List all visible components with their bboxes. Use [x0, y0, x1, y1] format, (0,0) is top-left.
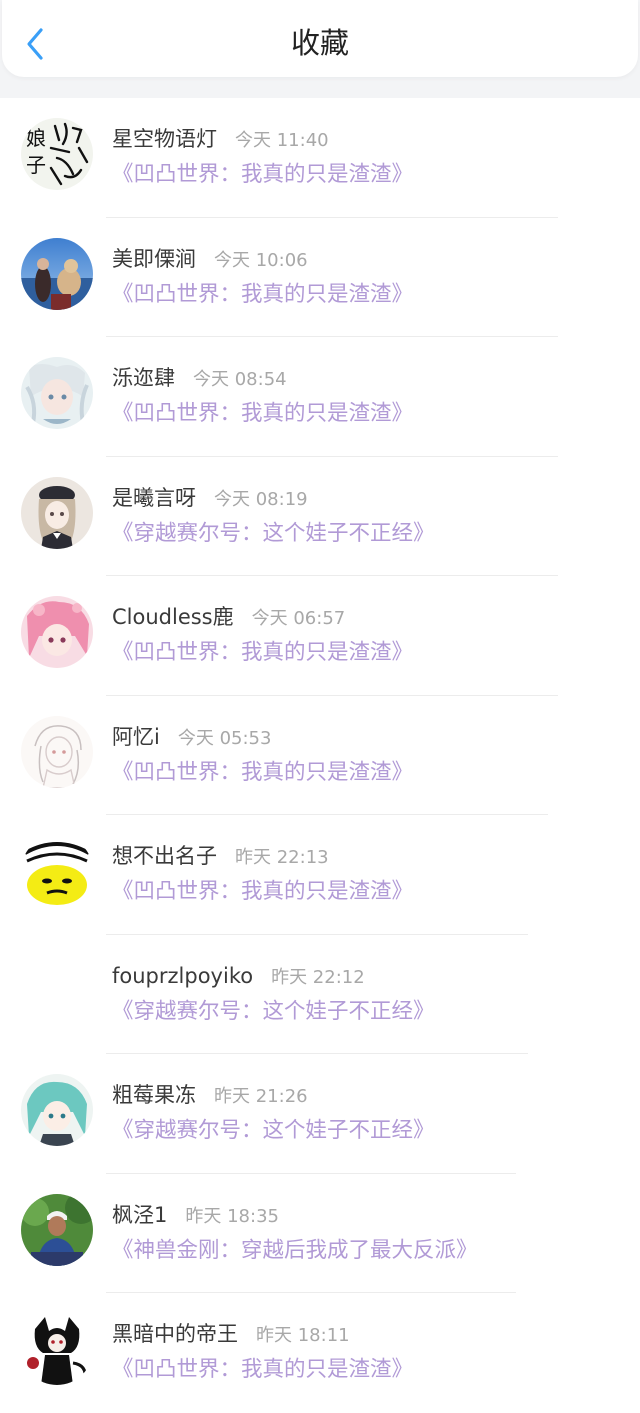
book-title-link[interactable]: 《凹凸世界：我真的只是渣渣》 [112, 877, 413, 907]
book-title-link[interactable]: 《穿越赛尔号：这个娃子不正经》 [112, 519, 435, 549]
avatar [21, 1313, 93, 1385]
avatar [21, 596, 93, 668]
book-title-link[interactable]: 《凹凸世界：我真的只是渣渣》 [112, 280, 413, 310]
timestamp: 昨天 18:35 [185, 1205, 279, 1227]
list-item[interactable]: 娘 子 星空物语灯 今天 11:40 《凹凸世界：我真的只是渣渣》 [0, 98, 640, 218]
timestamp: 今天 08:19 [214, 488, 308, 510]
list-item[interactable]: 是曦言呀 今天 08:19 《穿越赛尔号：这个娃子不正经》 [0, 457, 640, 576]
user-name: Cloudless鹿 [112, 605, 234, 629]
list-item[interactable]: 枫泾1 昨天 18:35 《神兽金刚：穿越后我成了最大反派》 [0, 1174, 640, 1293]
timestamp: 昨天 22:13 [235, 847, 329, 868]
user-name: 星空物语灯 [112, 127, 217, 151]
timestamp: 昨天 21:26 [214, 1086, 308, 1107]
list-item[interactable]: Cloudless鹿 今天 06:57 《凹凸世界：我真的只是渣渣》 [0, 576, 640, 696]
timestamp: 昨天 18:11 [256, 1325, 350, 1346]
book-title-link[interactable]: 《凹凸世界：我真的只是渣渣》 [112, 1355, 413, 1385]
user-name: 美即傈涧 [112, 246, 196, 271]
user-name: 粗莓果冻 [112, 1083, 196, 1107]
avatar [21, 1074, 93, 1146]
user-name: 泺迩肆 [112, 366, 175, 390]
book-title-link[interactable]: 《凹凸世界：我真的只是渣渣》 [112, 638, 413, 668]
user-name: 想不出名子 [112, 844, 217, 868]
avatar [21, 357, 93, 429]
user-name: 枫泾1 [112, 1202, 168, 1227]
book-title-link[interactable]: 《凹凸世界：我真的只是渣渣》 [112, 160, 413, 190]
user-name: 是曦言呀 [112, 485, 196, 510]
timestamp: 今天 10:06 [214, 249, 308, 271]
timestamp: 昨天 22:12 [271, 966, 365, 988]
page-title: 收藏 [290, 26, 349, 60]
list-item[interactable]: 粗莓果冻 昨天 21:26 《穿越赛尔号：这个娃子不正经》 [0, 1054, 640, 1174]
list-item[interactable]: 想不出名子 昨天 22:13 《凹凸世界：我真的只是渣渣》 [0, 815, 640, 935]
user-name: fouprzlpoyiko [112, 963, 254, 988]
avatar: 娘 子 [21, 118, 93, 190]
list-item[interactable]: 美即傈涧 今天 10:06 《凹凸世界：我真的只是渣渣》 [0, 218, 640, 337]
user-name: 阿忆i [112, 724, 160, 749]
timestamp: 今天 06:57 [251, 608, 346, 629]
timestamp: 今天 05:53 [177, 727, 272, 749]
svg-text:子: 子 [26, 153, 46, 177]
avatar [21, 835, 93, 907]
book-title-link[interactable]: 《凹凸世界：我真的只是渣渣》 [112, 758, 413, 788]
timestamp: 今天 11:40 [235, 130, 329, 151]
list-item[interactable]: 泺迩肆 今天 08:54 《凹凸世界：我真的只是渣渣》 [0, 337, 640, 457]
book-title-link[interactable]: 《凹凸世界：我真的只是渣渣》 [112, 399, 413, 429]
timestamp: 今天 08:54 [193, 369, 287, 390]
avatar [21, 715, 93, 788]
svg-text:娘: 娘 [26, 126, 46, 150]
list-item[interactable]: fouprzlpoyiko 昨天 22:12 《穿越赛尔号：这个娃子不正经》 [0, 935, 640, 1054]
list-item[interactable]: 阿忆i 今天 05:53 《凹凸世界：我真的只是渣渣》 [0, 696, 640, 815]
book-title-link[interactable]: 《穿越赛尔号：这个娃子不正经》 [112, 997, 435, 1027]
user-name: 黑暗中的帝王 [112, 1322, 238, 1346]
avatar [21, 476, 93, 549]
avatar [21, 1193, 93, 1266]
book-title-link[interactable]: 《穿越赛尔号：这个娃子不正经》 [112, 1116, 435, 1146]
book-title-link[interactable]: 《神兽金刚：穿越后我成了最大反派》 [112, 1236, 478, 1266]
header-bar: 收藏 [2, 0, 638, 77]
avatar [21, 237, 93, 310]
list-item[interactable]: 黑暗中的帝王 昨天 18:11 《凹凸世界：我真的只是渣渣》 [0, 1293, 640, 1413]
favorites-list: 娘 子 星空物语灯 今天 11:40 《凹凸世界：我真的只是渣渣》 美即傈涧 今… [0, 98, 640, 1413]
